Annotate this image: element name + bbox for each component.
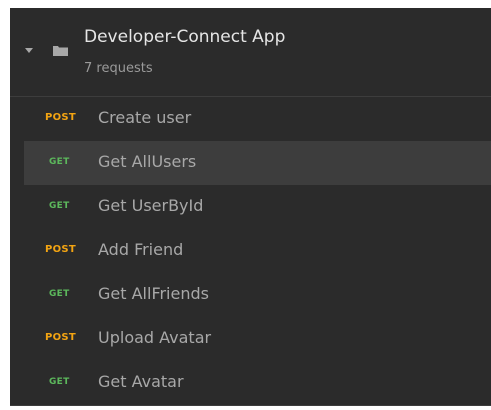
request-item-get-avatar[interactable]: GET Get Avatar bbox=[24, 361, 491, 405]
request-name: Add Friend bbox=[98, 240, 184, 259]
method-badge: GET bbox=[49, 201, 70, 211]
request-item-create-user[interactable]: POST Create user bbox=[24, 97, 491, 141]
method-badge: GET bbox=[49, 289, 70, 299]
collection-sidebar-panel: Developer-Connect App 7 requests POST Cr… bbox=[10, 8, 491, 406]
request-name: Get Avatar bbox=[98, 372, 184, 391]
method-badge: POST bbox=[45, 112, 77, 123]
request-item-add-friend[interactable]: POST Add Friend bbox=[24, 229, 491, 273]
request-item-get-allfriends[interactable]: GET Get AllFriends bbox=[24, 273, 491, 317]
request-name: Get AllFriends bbox=[98, 284, 209, 303]
list-bottom-divider bbox=[10, 405, 491, 406]
caret-down-icon[interactable] bbox=[25, 48, 33, 53]
method-badge: POST bbox=[45, 244, 77, 255]
request-item-upload-avatar[interactable]: POST Upload Avatar bbox=[24, 317, 491, 361]
collection-header[interactable]: Developer-Connect App 7 requests bbox=[10, 8, 491, 96]
request-item-get-userbyid[interactable]: GET Get UserById bbox=[24, 185, 491, 229]
method-badge: GET bbox=[49, 157, 70, 167]
folder-icon bbox=[53, 46, 68, 56]
method-badge: GET bbox=[49, 377, 70, 387]
request-name: Upload Avatar bbox=[98, 328, 212, 347]
request-name: Get UserById bbox=[98, 196, 204, 215]
request-name: Get AllUsers bbox=[98, 152, 197, 171]
request-item-get-allusers[interactable]: GET Get AllUsers bbox=[24, 141, 491, 185]
collection-request-count: 7 requests bbox=[84, 61, 153, 76]
method-badge: POST bbox=[45, 332, 77, 343]
collection-title[interactable]: Developer-Connect App bbox=[84, 27, 285, 47]
request-name: Create user bbox=[98, 108, 192, 127]
